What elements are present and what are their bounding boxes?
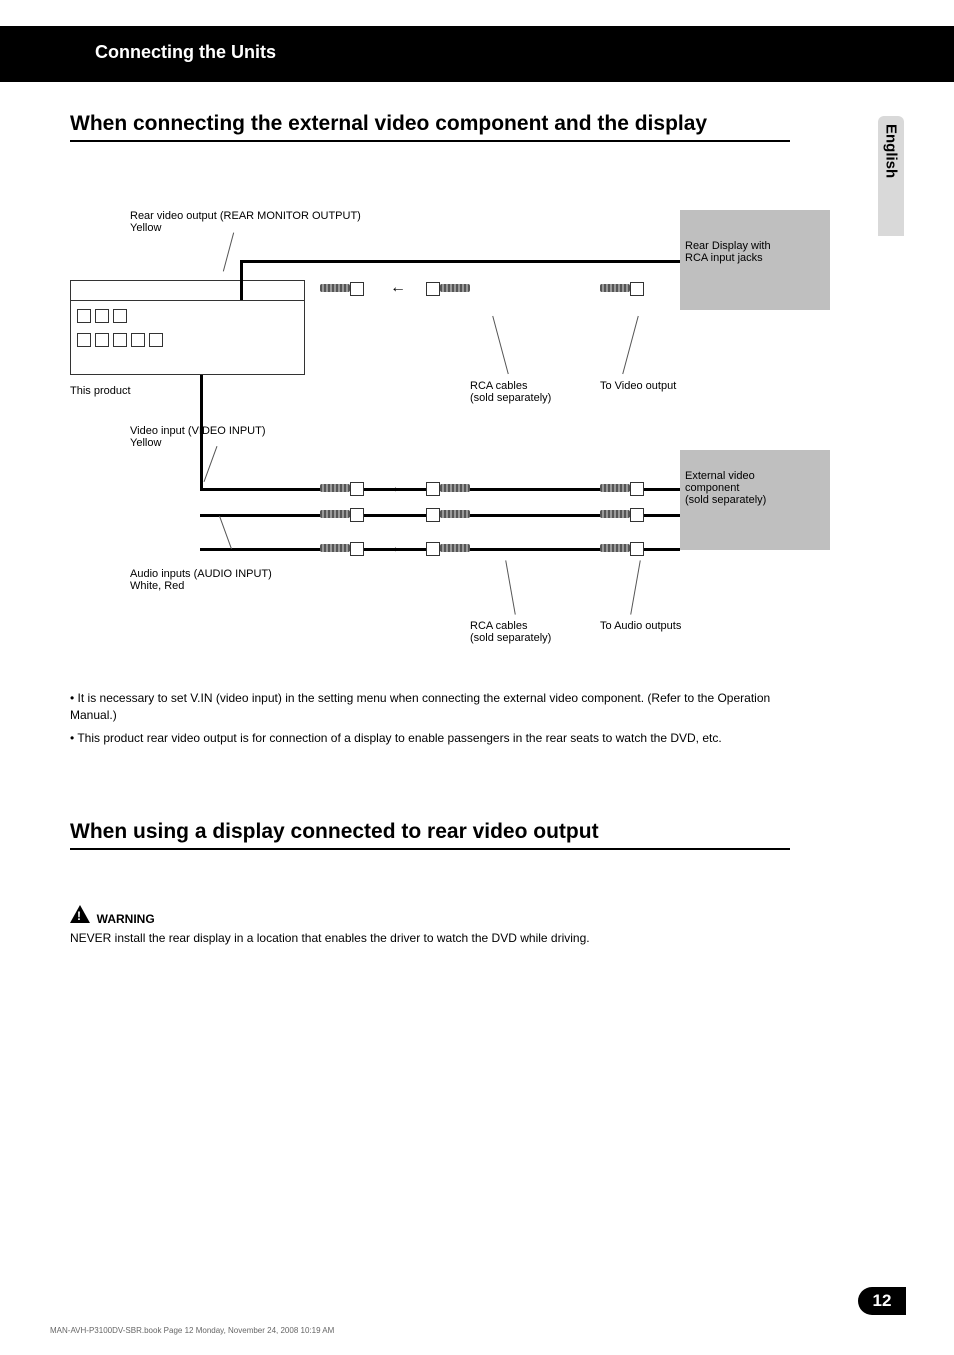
section-heading-1: When connecting the external video compo…	[70, 112, 707, 136]
callout-line	[505, 560, 516, 614]
rca-bottom-row-3: ←	[320, 542, 660, 556]
audio-inputs-label: Audio inputs (AUDIO INPUT) White, Red	[130, 568, 272, 592]
section-underline-1	[70, 140, 790, 142]
rca-bottom-row-1: ←	[320, 482, 660, 496]
cable-segment	[240, 260, 243, 300]
header-section-label: Connecting the Units	[95, 42, 276, 63]
warning-block: WARNING	[70, 905, 155, 928]
head-unit-back-panel	[70, 300, 305, 375]
unit-label: This product	[70, 385, 131, 397]
note-1-text: It is necessary to set V.IN (video input…	[70, 691, 770, 722]
rca-bottom-row-2	[320, 508, 660, 522]
to-audio-outputs-label: To Audio outputs	[600, 620, 681, 632]
external-video-label: External video component (sold separatel…	[685, 470, 766, 506]
cable-segment	[240, 260, 680, 263]
page-number-badge: 12	[858, 1287, 906, 1315]
unit-top-rail	[70, 280, 305, 302]
callout-line	[219, 516, 232, 549]
footer-pub-code: MAN-AVH-P3100DV-SBR.book Page 12 Monday,…	[50, 1326, 334, 1335]
rear-display-label: Rear Display with RCA input jacks	[685, 240, 771, 264]
video-input-label: Video input (VIDEO INPUT) Yellow	[130, 425, 266, 449]
language-tab: English	[878, 116, 904, 236]
rca-cables-label-top: RCA cables (sold separately)	[470, 380, 551, 404]
section-heading-2: When using a display connected to rear v…	[70, 820, 599, 844]
rca-top-row: ←	[320, 282, 660, 296]
section-underline-2	[70, 848, 790, 850]
note-1: • It is necessary to set V.IN (video inp…	[70, 690, 800, 725]
warning-icon	[70, 905, 90, 923]
rca-cables-label-bottom: RCA cables (sold separately)	[470, 620, 551, 644]
callout-line	[492, 316, 508, 374]
rear-video-output-label: Rear video output (REAR MONITOR OUTPUT) …	[130, 210, 361, 234]
callout-line	[223, 233, 234, 272]
language-label: English	[883, 124, 900, 178]
warning-title: WARNING	[97, 912, 155, 926]
callout-line	[622, 316, 638, 374]
to-video-output-label: To Video output	[600, 380, 676, 392]
warning-body: NEVER install the rear display in a loca…	[70, 930, 800, 947]
callout-line	[630, 560, 641, 614]
page-number: 12	[873, 1291, 892, 1311]
note-2-text: This product rear video output is for co…	[77, 731, 721, 745]
note-2: • This product rear video output is for …	[70, 730, 800, 747]
callout-line	[204, 446, 218, 482]
